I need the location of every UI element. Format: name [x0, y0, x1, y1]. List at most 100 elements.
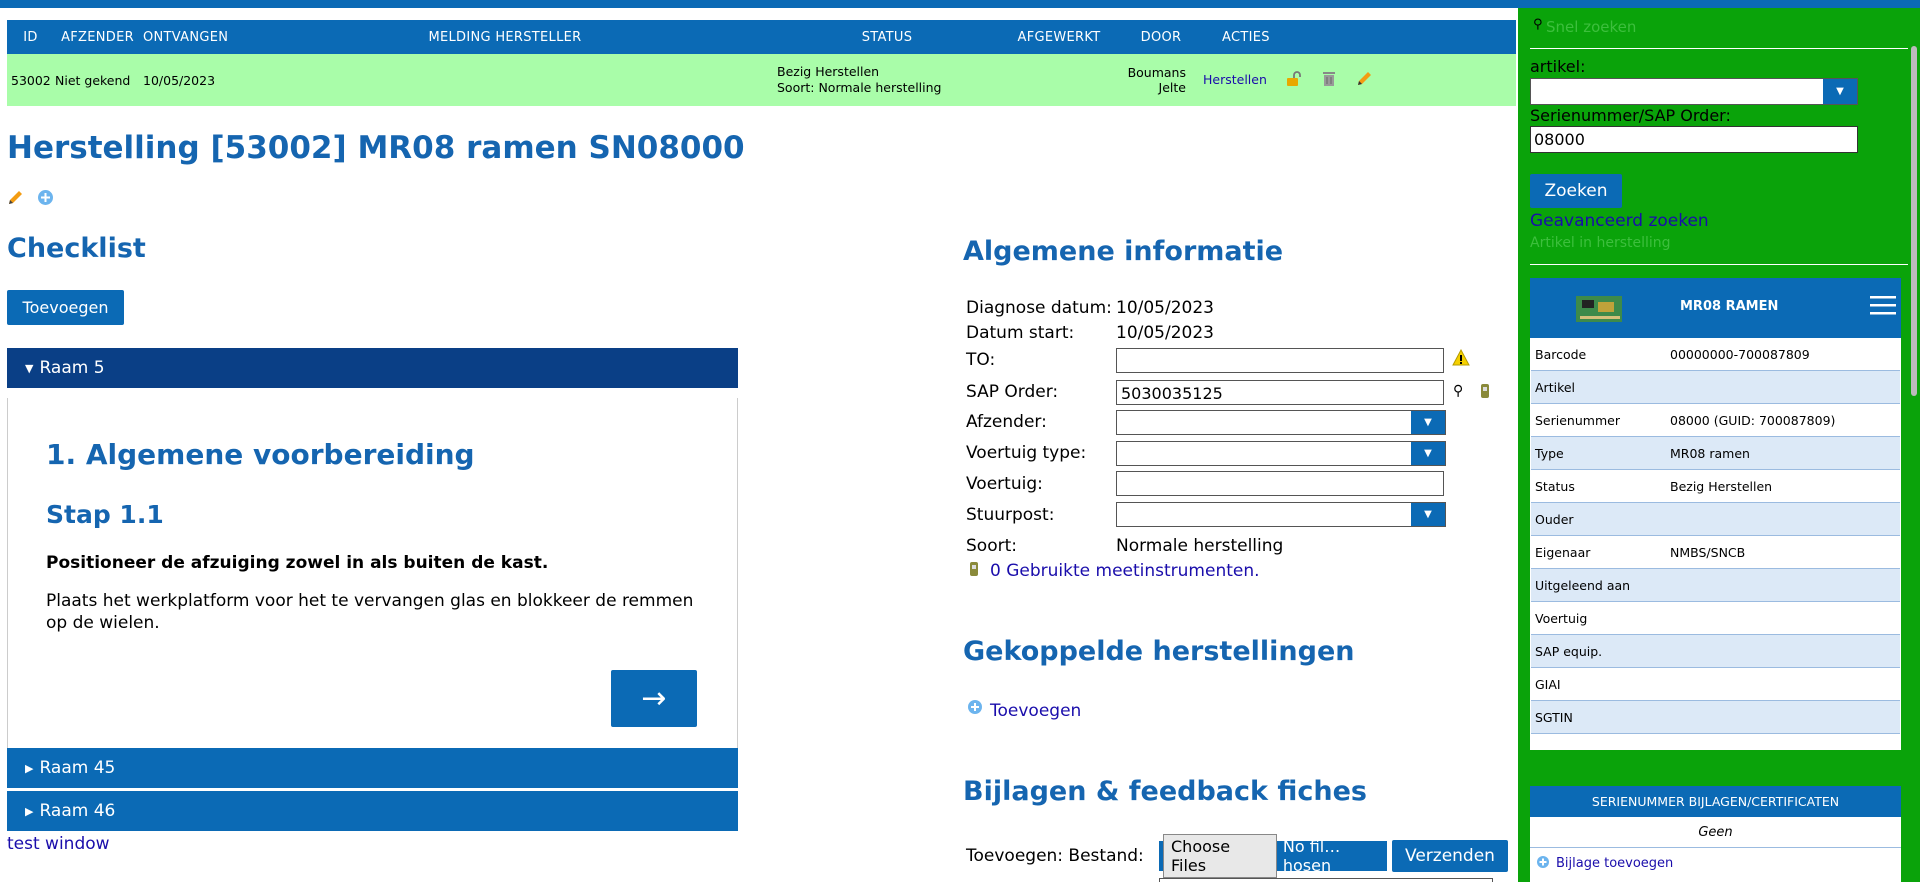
- voertuig-type-select[interactable]: ▼: [1116, 441, 1446, 466]
- divider: [1530, 48, 1910, 49]
- scrollbar[interactable]: [1908, 8, 1920, 882]
- meetinstrumenten-link[interactable]: 0 Gebruikte meetinstrumenten.: [990, 561, 1260, 581]
- stuurpost-label: Stuurpost:: [966, 505, 1055, 525]
- serial-input[interactable]: 08000: [1530, 126, 1858, 153]
- card-row-value: [1666, 568, 1900, 602]
- sap-label: SAP Order:: [966, 382, 1059, 402]
- bijlagen-title: Bijlagen & feedback fiches: [963, 776, 1367, 807]
- section-label: Raam 45: [39, 758, 116, 778]
- meter-icon: [969, 561, 979, 581]
- step-bold-text: Positioneer de afzuiging zowel in als bu…: [46, 553, 549, 573]
- card-row-label: Status: [1531, 469, 1666, 503]
- gekoppelde-add-link[interactable]: Toevoegen: [990, 701, 1081, 721]
- card-row-value: [1666, 502, 1900, 536]
- card-row: Type MR08 ramen: [1531, 436, 1900, 470]
- hamburger-menu-icon[interactable]: [1870, 294, 1896, 320]
- col-id: ID: [7, 20, 54, 54]
- card-row-label: SGTIN: [1531, 700, 1666, 734]
- card-row-label: Type: [1531, 436, 1666, 470]
- col-afgewerkt: AFGEWERKT: [998, 20, 1120, 54]
- step-body: Plaats het werkplatform voor het te verv…: [46, 591, 694, 633]
- scrollbar-thumb[interactable]: [1911, 46, 1917, 396]
- to-input[interactable]: [1116, 348, 1444, 373]
- sap-order-input[interactable]: 5030035125: [1116, 380, 1444, 405]
- artikel-label: artikel:: [1530, 57, 1586, 76]
- checklist-add-button[interactable]: Toevoegen: [7, 290, 124, 325]
- card-row-value: MR08 ramen: [1666, 436, 1900, 470]
- col-acties: ACTIES: [1202, 20, 1516, 54]
- test-window-link[interactable]: test window: [7, 834, 110, 854]
- card-row: SGTIN: [1531, 700, 1900, 734]
- card-row: Status Bezig Herstellen: [1531, 469, 1900, 503]
- advanced-search-link[interactable]: Geavanceerd zoeken: [1530, 211, 1709, 231]
- card-row-value: [1666, 667, 1900, 701]
- voertuig-type-label: Voertuig type:: [966, 443, 1087, 463]
- afzender-label: Afzender:: [966, 412, 1047, 432]
- search-icon[interactable]: ⚲: [1453, 383, 1463, 399]
- edit-icon[interactable]: [7, 188, 25, 210]
- start-value: 10/05/2023: [1116, 323, 1214, 343]
- section-label: Raam 46: [39, 801, 116, 821]
- card-row: GIAI: [1531, 667, 1900, 701]
- soort-value: Normale herstelling: [1116, 536, 1284, 556]
- step-subheading: Stap 1.1: [46, 500, 164, 529]
- col-afzender: AFZENDER: [54, 20, 141, 54]
- diagnose-label: Diagnose datum:: [966, 298, 1112, 318]
- step-panel: 1. Algemene voorbereiding Stap 1.1 Posit…: [7, 398, 738, 749]
- afzender-select[interactable]: ▼: [1116, 410, 1446, 435]
- chevron-down-icon: ▼: [1411, 503, 1445, 526]
- stuurpost-select[interactable]: ▼: [1116, 502, 1446, 527]
- row-id: 53002: [7, 54, 54, 106]
- add-circle-icon[interactable]: [1536, 854, 1550, 873]
- card-row-value: 08000 (GUID: 700087809): [1666, 403, 1900, 437]
- trash-icon[interactable]: [1321, 70, 1337, 90]
- col-door: DOOR: [1120, 20, 1202, 54]
- chevron-down-icon: ▼: [1411, 411, 1445, 434]
- card-row: Eigenaar NMBS/SNCB: [1531, 535, 1900, 569]
- file-input[interactable]: Choose Files No fil…hosen: [1159, 834, 1387, 878]
- card-row: Voertuig: [1531, 601, 1900, 635]
- choose-files-button[interactable]: Choose Files: [1163, 834, 1277, 878]
- main-content: ID AFZENDER ONTVANGEN MELDING HERSTELLER…: [0, 8, 1518, 882]
- col-melding: MELDING HERSTELLER: [234, 20, 776, 54]
- caret-right-icon: ▶: [25, 761, 34, 775]
- card-row-value: [1666, 634, 1900, 668]
- section-raam-45[interactable]: ▶ Raam 45: [7, 748, 738, 788]
- add-circle-icon[interactable]: [37, 189, 54, 210]
- card-row: Serienummer 08000 (GUID: 700087809): [1531, 403, 1900, 437]
- bijlage-toevoegen-link[interactable]: Bijlage toevoegen: [1556, 856, 1673, 871]
- start-label: Datum start:: [966, 323, 1075, 343]
- card-row-value: NMBS/SNCB: [1666, 535, 1900, 569]
- bijlagen-card: SERIENUMMER BIJLAGEN/CERTIFICATEN Geen B…: [1530, 786, 1901, 882]
- card-row: Artikel: [1531, 370, 1900, 404]
- unlock-icon[interactable]: [1285, 70, 1303, 90]
- zoeken-button[interactable]: Zoeken: [1530, 174, 1622, 208]
- section-label: Raam 5: [39, 358, 105, 378]
- artikel-select[interactable]: ▼: [1530, 78, 1858, 105]
- feedback-input[interactable]: [1159, 878, 1493, 882]
- card-row-label: SAP equip.: [1531, 634, 1666, 668]
- status-line: Bezig Herstellen: [777, 64, 880, 79]
- row-afzender: Niet gekend: [54, 54, 141, 106]
- add-circle-icon[interactable]: [967, 699, 983, 719]
- caret-right-icon: ▶: [25, 804, 34, 818]
- repair-table: ID AFZENDER ONTVANGEN MELDING HERSTELLER…: [7, 20, 1516, 106]
- herstellen-link[interactable]: Herstellen: [1203, 72, 1267, 87]
- section-raam-46[interactable]: ▶ Raam 46: [7, 791, 738, 831]
- meter-icon[interactable]: [1480, 381, 1490, 403]
- next-step-button[interactable]: →: [611, 670, 697, 727]
- voertuig-input[interactable]: [1116, 471, 1444, 496]
- row-acties: Herstellen: [1202, 54, 1516, 106]
- to-label: TO:: [966, 350, 996, 370]
- row-status: Bezig Herstellen Soort: Normale herstell…: [776, 54, 998, 106]
- table-header: ID AFZENDER ONTVANGEN MELDING HERSTELLER…: [7, 20, 1516, 54]
- artikel-in-herstelling-link[interactable]: Artikel in herstelling: [1530, 235, 1671, 251]
- card-table: Barcode 00000000-700087809 Artikel Serienum…: [1531, 338, 1900, 734]
- quick-search-input[interactable]: Snel zoeken: [1546, 18, 1636, 36]
- card-row-label: GIAI: [1531, 667, 1666, 701]
- status-soort: Soort: Normale herstelling: [777, 80, 942, 95]
- verzenden-button[interactable]: Verzenden: [1392, 840, 1508, 872]
- pencil-icon[interactable]: [1355, 70, 1373, 91]
- section-raam-5[interactable]: ▼ Raam 5: [7, 348, 738, 388]
- row-afgewerkt: [998, 54, 1120, 106]
